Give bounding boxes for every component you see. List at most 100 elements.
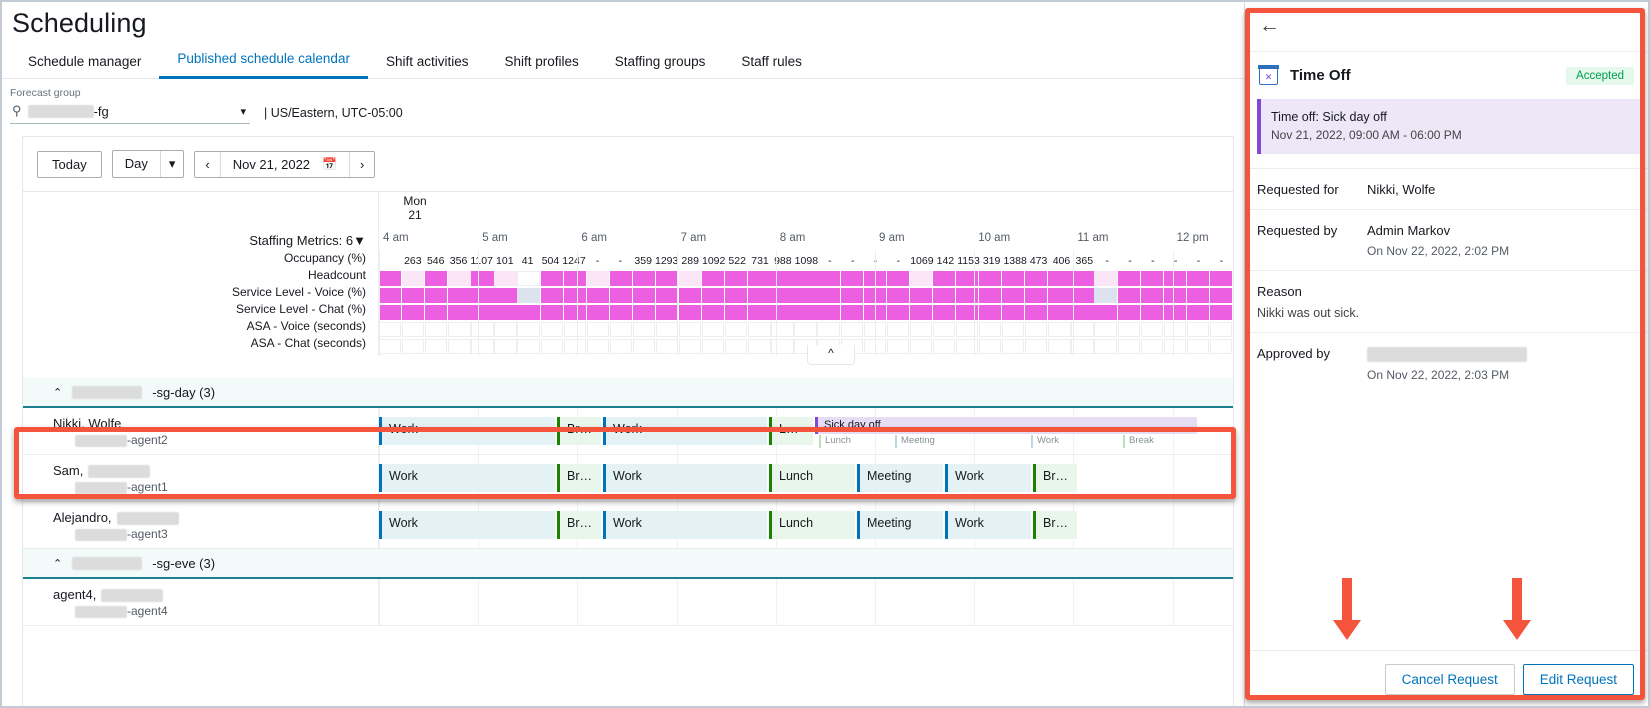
- heatmap-cell[interactable]: [817, 322, 839, 337]
- heatmap-cell[interactable]: [748, 305, 770, 320]
- shift-block[interactable]: L…: [769, 417, 813, 445]
- heatmap-cell[interactable]: [402, 339, 424, 354]
- heatmap-cell[interactable]: [402, 305, 424, 320]
- heatmap-cell[interactable]: [1164, 322, 1186, 337]
- heatmap-cell[interactable]: [979, 305, 1001, 320]
- heatmap-cell[interactable]: [610, 288, 632, 303]
- heatmap-cell[interactable]: [679, 288, 701, 303]
- shift-block-muted[interactable]: Lunch: [819, 435, 893, 448]
- heatmap-cell[interactable]: [494, 271, 516, 286]
- heatmap-cell[interactable]: [656, 339, 678, 354]
- shift-block[interactable]: Br…: [1033, 511, 1077, 539]
- heatmap-cell[interactable]: [817, 288, 839, 303]
- heatmap-cell[interactable]: [1002, 288, 1024, 303]
- forecast-group-select[interactable]: ⚲ -fg ▾: [10, 101, 250, 124]
- heatmap-cell[interactable]: [1118, 322, 1140, 337]
- heatmap-cell[interactable]: [910, 305, 932, 320]
- heatmap-cell[interactable]: [841, 305, 863, 320]
- chevron-down-icon[interactable]: ▾: [160, 151, 184, 177]
- date-display[interactable]: Nov 21, 2022 📅: [220, 152, 350, 177]
- heatmap-cell[interactable]: [1025, 339, 1047, 354]
- chevron-up-icon[interactable]: ⌃: [53, 557, 62, 570]
- heatmap-cell[interactable]: [817, 271, 839, 286]
- heatmap-cell[interactable]: [702, 288, 724, 303]
- heatmap-cell[interactable]: [679, 305, 701, 320]
- heatmap-cell[interactable]: [679, 322, 701, 337]
- heatmap-cell[interactable]: [517, 305, 539, 320]
- shift-block[interactable]: Work: [379, 511, 555, 539]
- heatmap-cell[interactable]: [1071, 339, 1093, 354]
- heatmap-cell[interactable]: [887, 271, 909, 286]
- heatmap-cell[interactable]: [379, 305, 401, 320]
- heatmap-cell[interactable]: [425, 271, 447, 286]
- heatmap-cell[interactable]: [1025, 305, 1047, 320]
- today-button[interactable]: Today: [37, 151, 102, 178]
- heatmap-cell[interactable]: [794, 322, 816, 337]
- heatmap-cell[interactable]: [702, 305, 724, 320]
- shift-block[interactable]: Lunch: [769, 511, 855, 539]
- shift-block[interactable]: Meeting: [857, 464, 943, 492]
- heatmap-cell[interactable]: [425, 339, 447, 354]
- heatmap-cell[interactable]: [725, 271, 747, 286]
- heatmap-cell[interactable]: [379, 339, 401, 354]
- heatmap-cell[interactable]: [564, 288, 586, 303]
- heatmap-cell[interactable]: [933, 322, 955, 337]
- heatmap-cell[interactable]: [541, 305, 563, 320]
- heatmap-cell[interactable]: [471, 271, 493, 286]
- heatmap-cell[interactable]: [1002, 305, 1024, 320]
- heatmap-cell[interactable]: [610, 339, 632, 354]
- heatmap-cell[interactable]: [1210, 322, 1232, 337]
- heatmap-cell[interactable]: [633, 322, 655, 337]
- heatmap-cell[interactable]: [771, 339, 793, 354]
- heatmap-cell[interactable]: [610, 322, 632, 337]
- heatmap-cell[interactable]: [1071, 322, 1093, 337]
- heatmap-cell[interactable]: [610, 305, 632, 320]
- heatmap-cell[interactable]: [771, 305, 793, 320]
- heatmap-cell[interactable]: [910, 339, 932, 354]
- heatmap-cell[interactable]: [748, 288, 770, 303]
- calendar-icon[interactable]: 📅: [322, 157, 337, 171]
- shift-block[interactable]: Work: [379, 417, 555, 445]
- heatmap-cell[interactable]: [494, 322, 516, 337]
- heatmap-cell[interactable]: [910, 288, 932, 303]
- heatmap-cell[interactable]: [541, 288, 563, 303]
- heatmap-cell[interactable]: [1002, 339, 1024, 354]
- heatmap-cell[interactable]: [587, 288, 609, 303]
- next-day-button[interactable]: ›: [350, 152, 374, 177]
- shift-block[interactable]: Work: [379, 464, 555, 492]
- heatmap-cell[interactable]: [1002, 322, 1024, 337]
- heatmap-cell[interactable]: [1048, 339, 1070, 354]
- heatmap-cell[interactable]: [841, 322, 863, 337]
- heatmap-cell[interactable]: [794, 305, 816, 320]
- heatmap-cell[interactable]: [1094, 322, 1116, 337]
- agent-schedule-row[interactable]: Alejandro,-agent3WorkBr…WorkLunchMeeting…: [23, 502, 1233, 549]
- heatmap-cell[interactable]: [587, 339, 609, 354]
- tab-schedule-manager[interactable]: Schedule manager: [10, 46, 159, 79]
- shift-block-muted[interactable]: Meeting: [895, 435, 981, 448]
- back-arrow-icon[interactable]: ←: [1259, 15, 1280, 36]
- heatmap-cell[interactable]: [656, 305, 678, 320]
- shift-block[interactable]: Meeting: [857, 511, 943, 539]
- heatmap-cell[interactable]: [610, 271, 632, 286]
- heatmap-cell[interactable]: [564, 339, 586, 354]
- heatmap-cell[interactable]: [1094, 271, 1116, 286]
- view-selector[interactable]: Day ▾: [112, 150, 185, 178]
- heatmap-cell[interactable]: [1071, 271, 1093, 286]
- heatmap-cell[interactable]: [517, 288, 539, 303]
- heatmap-cell[interactable]: [494, 288, 516, 303]
- heatmap-cell[interactable]: [1002, 271, 1024, 286]
- cancel-request-button[interactable]: Cancel Request: [1385, 664, 1515, 695]
- heatmap-cell[interactable]: [448, 305, 470, 320]
- heatmap-cell[interactable]: [541, 322, 563, 337]
- heatmap-cell[interactable]: [1187, 271, 1209, 286]
- heatmap-cell[interactable]: [656, 271, 678, 286]
- heatmap-cell[interactable]: [517, 322, 539, 337]
- heatmap-cell[interactable]: [979, 322, 1001, 337]
- heatmap-cell[interactable]: [541, 271, 563, 286]
- shift-block-muted[interactable]: Break: [1123, 435, 1197, 448]
- chevron-down-icon[interactable]: ▾: [240, 105, 246, 118]
- heatmap-cell[interactable]: [910, 271, 932, 286]
- tab-staffing-groups[interactable]: Staffing groups: [597, 46, 724, 79]
- heatmap-cell[interactable]: [517, 271, 539, 286]
- heatmap-cell[interactable]: [402, 322, 424, 337]
